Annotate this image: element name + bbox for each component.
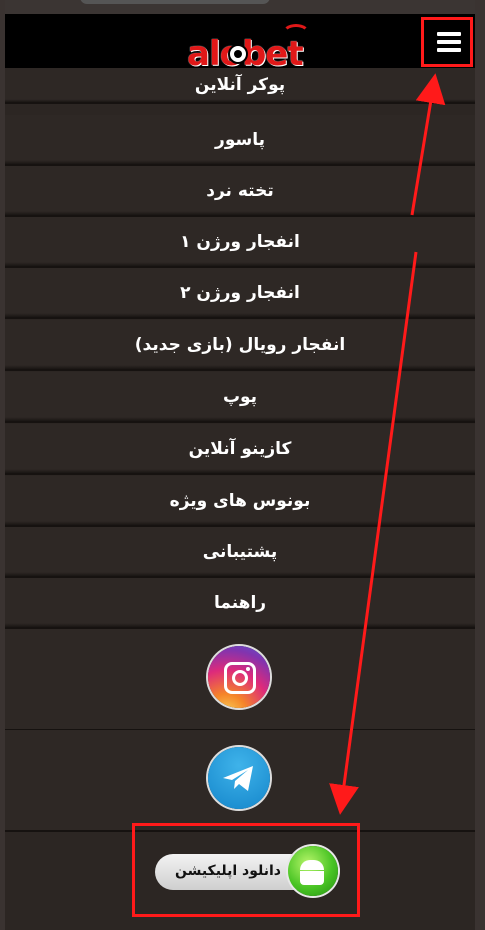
download-app-highlight: دانلود اپلیکیشن	[132, 823, 360, 917]
menu-item-special-bonuses[interactable]: بونوس های ویژه	[5, 476, 475, 527]
menu-item-support[interactable]: پشتیبانی	[5, 527, 475, 578]
menu-item-pop[interactable]: پوپ	[5, 372, 475, 423]
menu-item-guide[interactable]: راهنما	[5, 578, 475, 629]
alobet-logo[interactable]: alobet	[187, 24, 310, 74]
menu-item-crash-v1[interactable]: انفجار ورژن ۱	[5, 217, 475, 268]
android-icon	[288, 846, 338, 896]
browser-top-strip	[0, 0, 485, 14]
telegram-icon[interactable]	[208, 747, 270, 809]
hamburger-menu-button[interactable]	[421, 17, 473, 67]
menu-item-crash-v2[interactable]: انفجار ورژن ۲	[5, 268, 475, 319]
hamburger-menu-icon	[437, 32, 461, 36]
menu-item-online-casino[interactable]: کازینو آنلاین	[5, 424, 475, 475]
side-menu: پوکر آنلاین پاسور تخته نرد انفجار ورژن ۱…	[5, 68, 475, 930]
menu-item-pasur[interactable]: پاسور	[5, 115, 475, 166]
instagram-glyph	[224, 662, 256, 694]
download-app-button[interactable]: دانلود اپلیکیشن	[155, 846, 338, 896]
social-row-telegram	[5, 730, 475, 832]
wifi-arc-icon	[282, 24, 310, 44]
download-app-label: دانلود اپلیکیشن	[175, 863, 281, 879]
social-row-instagram	[5, 629, 475, 731]
menu-item-crash-royal[interactable]: انفجار رویال (بازی جدید)	[5, 320, 475, 371]
hamburger-menu-icon-bar	[437, 40, 461, 44]
android-body	[300, 871, 324, 885]
soccer-ball-icon	[228, 44, 248, 64]
menu-item-online-poker[interactable]: پوکر آنلاین	[5, 68, 475, 104]
instagram-icon[interactable]	[208, 646, 270, 708]
telegram-glyph	[223, 766, 253, 791]
menu-item-backgammon[interactable]: تخته نرد	[5, 166, 475, 217]
address-bar	[80, 0, 270, 4]
right-margin	[475, 0, 485, 930]
android-head	[300, 860, 324, 870]
hamburger-menu-icon-bar	[437, 48, 461, 52]
